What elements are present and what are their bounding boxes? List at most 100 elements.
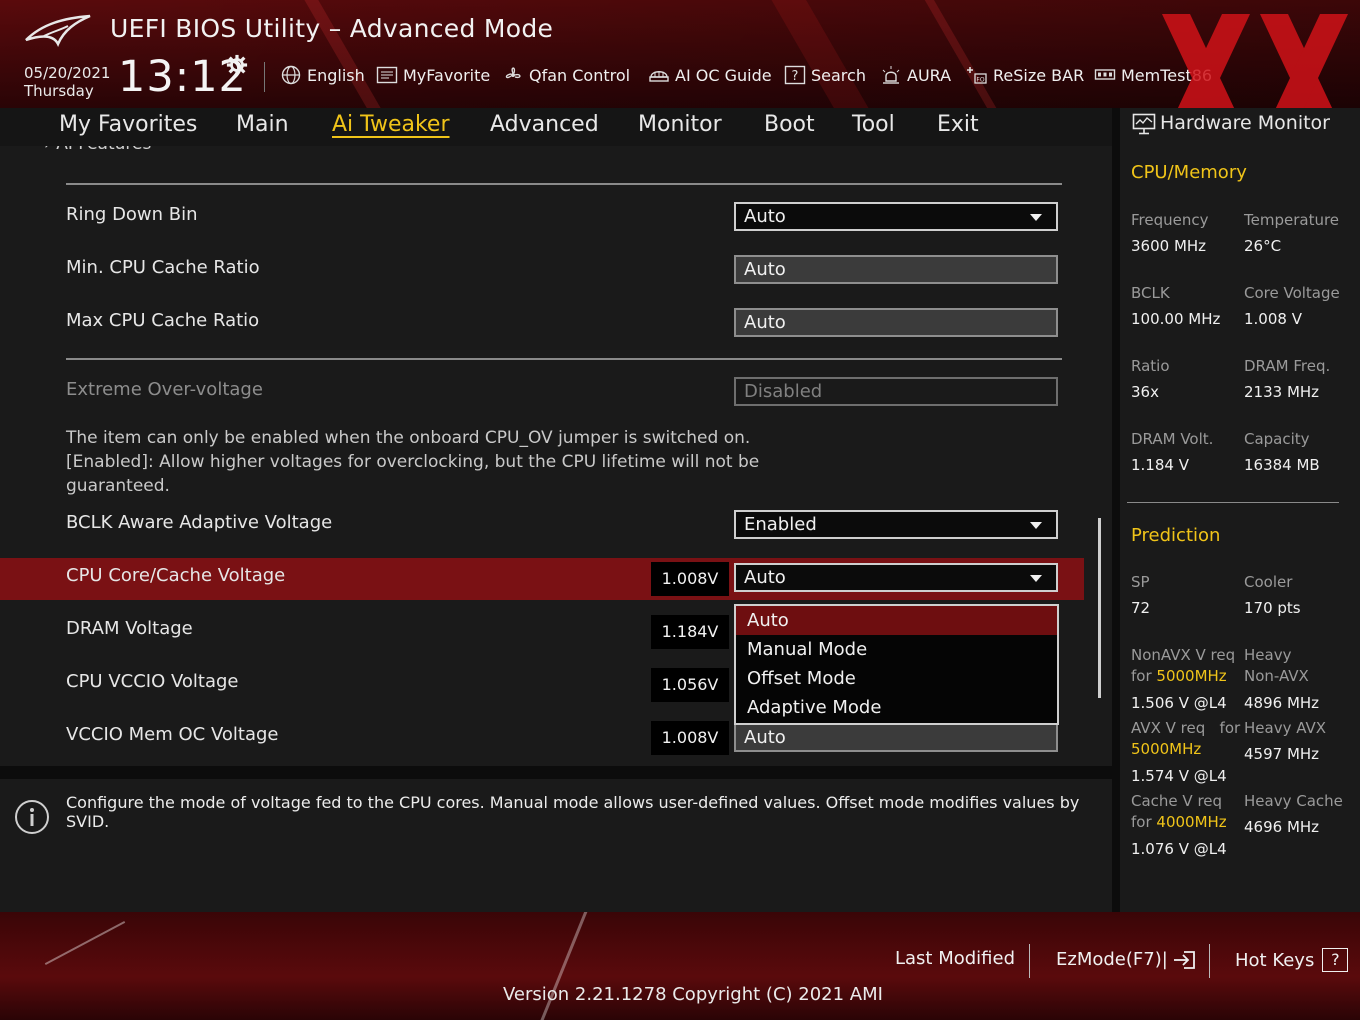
date-display: 05/20/2021 Thursday xyxy=(24,64,110,100)
resize-bar-icon: FO xyxy=(967,67,987,84)
section-divider xyxy=(66,358,1062,360)
tool-ai-oc-guide[interactable]: AI OC Guide xyxy=(648,64,772,86)
chevron-down-icon xyxy=(1030,214,1042,221)
item-label: AI Features xyxy=(56,146,151,154)
last-modified-button[interactable]: Last Modified xyxy=(895,948,1015,969)
extreme-over-voltage-label: Extreme Over-voltage xyxy=(66,379,263,400)
memory-icon xyxy=(1094,69,1116,80)
footer-divider xyxy=(1029,944,1030,978)
rog-logo xyxy=(25,14,91,47)
svg-text:FO: FO xyxy=(976,77,984,84)
vccio-mem-oc-voltage-input[interactable]: Auto xyxy=(734,723,1058,752)
max-cpu-cache-ratio-input[interactable]: Auto xyxy=(734,308,1058,337)
min-cpu-cache-ratio-input[interactable]: Auto xyxy=(734,255,1058,284)
bclk-aware-adaptive-voltage-label: BCLK Aware Adaptive Voltage xyxy=(66,512,333,533)
help-line: guaranteed. xyxy=(66,476,170,496)
min-cpu-cache-ratio-label: Min. CPU Cache Ratio xyxy=(66,257,260,278)
avx-vreq-label: AVX V req for xyxy=(1131,719,1240,737)
tab-boot[interactable]: Boot xyxy=(764,112,815,137)
heavy-nonavx-value: 4896 MHz xyxy=(1244,694,1320,712)
ring-down-bin-label: Ring Down Bin xyxy=(66,204,198,225)
settings-panel: › AI Features Ring Down Bin Auto Min. CP… xyxy=(0,146,1112,766)
tab-monitor[interactable]: Monitor xyxy=(638,112,722,137)
last-modified-label: Last Modified xyxy=(895,948,1016,969)
temperature-label: Temperature xyxy=(1244,211,1340,229)
heavy-nonavx-label-2: Non-AVX xyxy=(1244,667,1309,685)
tool-label: ReSize BAR xyxy=(993,65,1085,85)
dram-volt-value: 1.184 V xyxy=(1131,456,1189,474)
tool-label: AURA xyxy=(907,65,952,85)
dropdown-option-auto[interactable]: Auto xyxy=(736,606,1057,635)
heavy-avx-value: 4597 MHz xyxy=(1244,745,1320,763)
capacity-label: Capacity xyxy=(1244,430,1310,448)
tool-aura[interactable]: AURA xyxy=(880,64,951,86)
section-divider xyxy=(66,183,1062,185)
tab-tool[interactable]: Tool xyxy=(852,112,895,137)
prediction-heading: Prediction xyxy=(1131,525,1221,546)
ring-down-bin-dropdown[interactable]: Auto xyxy=(734,202,1058,231)
tool-search[interactable]: ? Search xyxy=(784,64,866,86)
cpu-core-cache-voltage-label: CPU Core/Cache Voltage xyxy=(66,565,286,586)
extreme-over-voltage-help: The item can only be enabled when the on… xyxy=(66,426,826,498)
version-text: Version 2.21.1278 Copyright (C) 2021 AMI xyxy=(503,984,883,1005)
cpu-vccio-voltage-reading: 1.056V xyxy=(651,668,729,702)
tab-advanced[interactable]: Advanced xyxy=(490,112,599,137)
dram-freq-value: 2133 MHz xyxy=(1244,383,1320,401)
scrollbar[interactable] xyxy=(1098,518,1101,698)
tab-exit[interactable]: Exit xyxy=(937,112,979,137)
dropdown-value: Enabled xyxy=(744,514,817,535)
for-text: for xyxy=(1131,813,1152,831)
dropdown-option-adaptive-mode[interactable]: Adaptive Mode xyxy=(736,693,1057,722)
tool-label: English xyxy=(307,65,365,85)
max-cpu-cache-ratio-label: Max CPU Cache Ratio xyxy=(66,310,260,331)
bclk-label: BCLK xyxy=(1131,284,1170,302)
svg-text:?: ? xyxy=(792,69,799,84)
avx-text: AVX V req xyxy=(1131,719,1206,737)
for-text: for xyxy=(1219,719,1241,737)
ezmode-button[interactable]: EzMode(F7)| xyxy=(1056,948,1198,970)
avx-frequency-line: 5000MHz xyxy=(1131,740,1201,758)
tab-ai-tweaker[interactable]: Ai Tweaker xyxy=(332,112,450,137)
search-help-icon: ? xyxy=(784,65,806,85)
gear-icon[interactable] xyxy=(226,54,248,76)
dropdown-option-manual-mode[interactable]: Manual Mode xyxy=(736,635,1057,664)
favorite-list-icon xyxy=(376,66,398,84)
hot-keys-label: Hot Keys xyxy=(1235,949,1315,971)
frequency-value: 3600 MHz xyxy=(1131,237,1207,255)
tab-main[interactable]: Main xyxy=(236,112,289,137)
tool-label: MyFavorite xyxy=(403,65,491,85)
for-text: for xyxy=(1131,667,1152,685)
chevron-down-icon xyxy=(1030,522,1042,529)
hot-keys-button[interactable]: Hot Keys ? xyxy=(1235,948,1349,972)
nonavx-vreq-label: NonAVX V req xyxy=(1131,646,1236,664)
tool-myfavorite[interactable]: MyFavorite xyxy=(376,64,490,86)
ratio-label: Ratio xyxy=(1131,357,1170,375)
tool-english[interactable]: English xyxy=(280,64,365,86)
header-divider xyxy=(264,62,265,92)
extreme-over-voltage-field: Disabled xyxy=(734,377,1058,406)
info-panel: Configure the mode of voltage fed to the… xyxy=(0,776,1112,915)
tab-my-favorites[interactable]: My Favorites xyxy=(59,112,197,137)
chevron-down-icon xyxy=(1030,575,1042,582)
fan-icon xyxy=(505,67,521,79)
bclk-aware-adaptive-voltage-dropdown[interactable]: Enabled xyxy=(734,510,1058,539)
heavy-cache-value: 4696 MHz xyxy=(1244,818,1320,836)
cache-frequency: 4000MHz xyxy=(1156,813,1227,831)
cpu-core-voltage-reading: 1.008V xyxy=(651,562,729,596)
vccio-mem-oc-voltage-reading: 1.008V xyxy=(651,721,729,755)
temperature-value: 26°C xyxy=(1244,237,1282,255)
help-key-icon: ? xyxy=(1322,948,1349,972)
app-title: UEFI BIOS Utility – Advanced Mode xyxy=(110,14,554,43)
tool-resize-bar[interactable]: FO ReSize BAR xyxy=(966,64,1084,86)
tool-qfan-control[interactable]: Qfan Control xyxy=(502,64,630,86)
nonavx-vreq-value: 1.506 V @L4 xyxy=(1131,694,1227,712)
heavy-nonavx-label: Heavy xyxy=(1244,646,1292,664)
ai-features-item[interactable]: › AI Features xyxy=(44,146,151,154)
dropdown-option-offset-mode[interactable]: Offset Mode xyxy=(736,664,1057,693)
avx-frequency: 5000MHz xyxy=(1131,740,1202,758)
cpu-core-cache-voltage-dropdown[interactable]: Auto xyxy=(734,563,1058,592)
dram-voltage-reading: 1.184V xyxy=(651,615,729,649)
cpu-vccio-voltage-label: CPU VCCIO Voltage xyxy=(66,671,239,692)
dram-freq-label: DRAM Freq. xyxy=(1244,357,1331,375)
help-line: [Enabled]: Allow higher voltages for ove… xyxy=(66,452,760,472)
